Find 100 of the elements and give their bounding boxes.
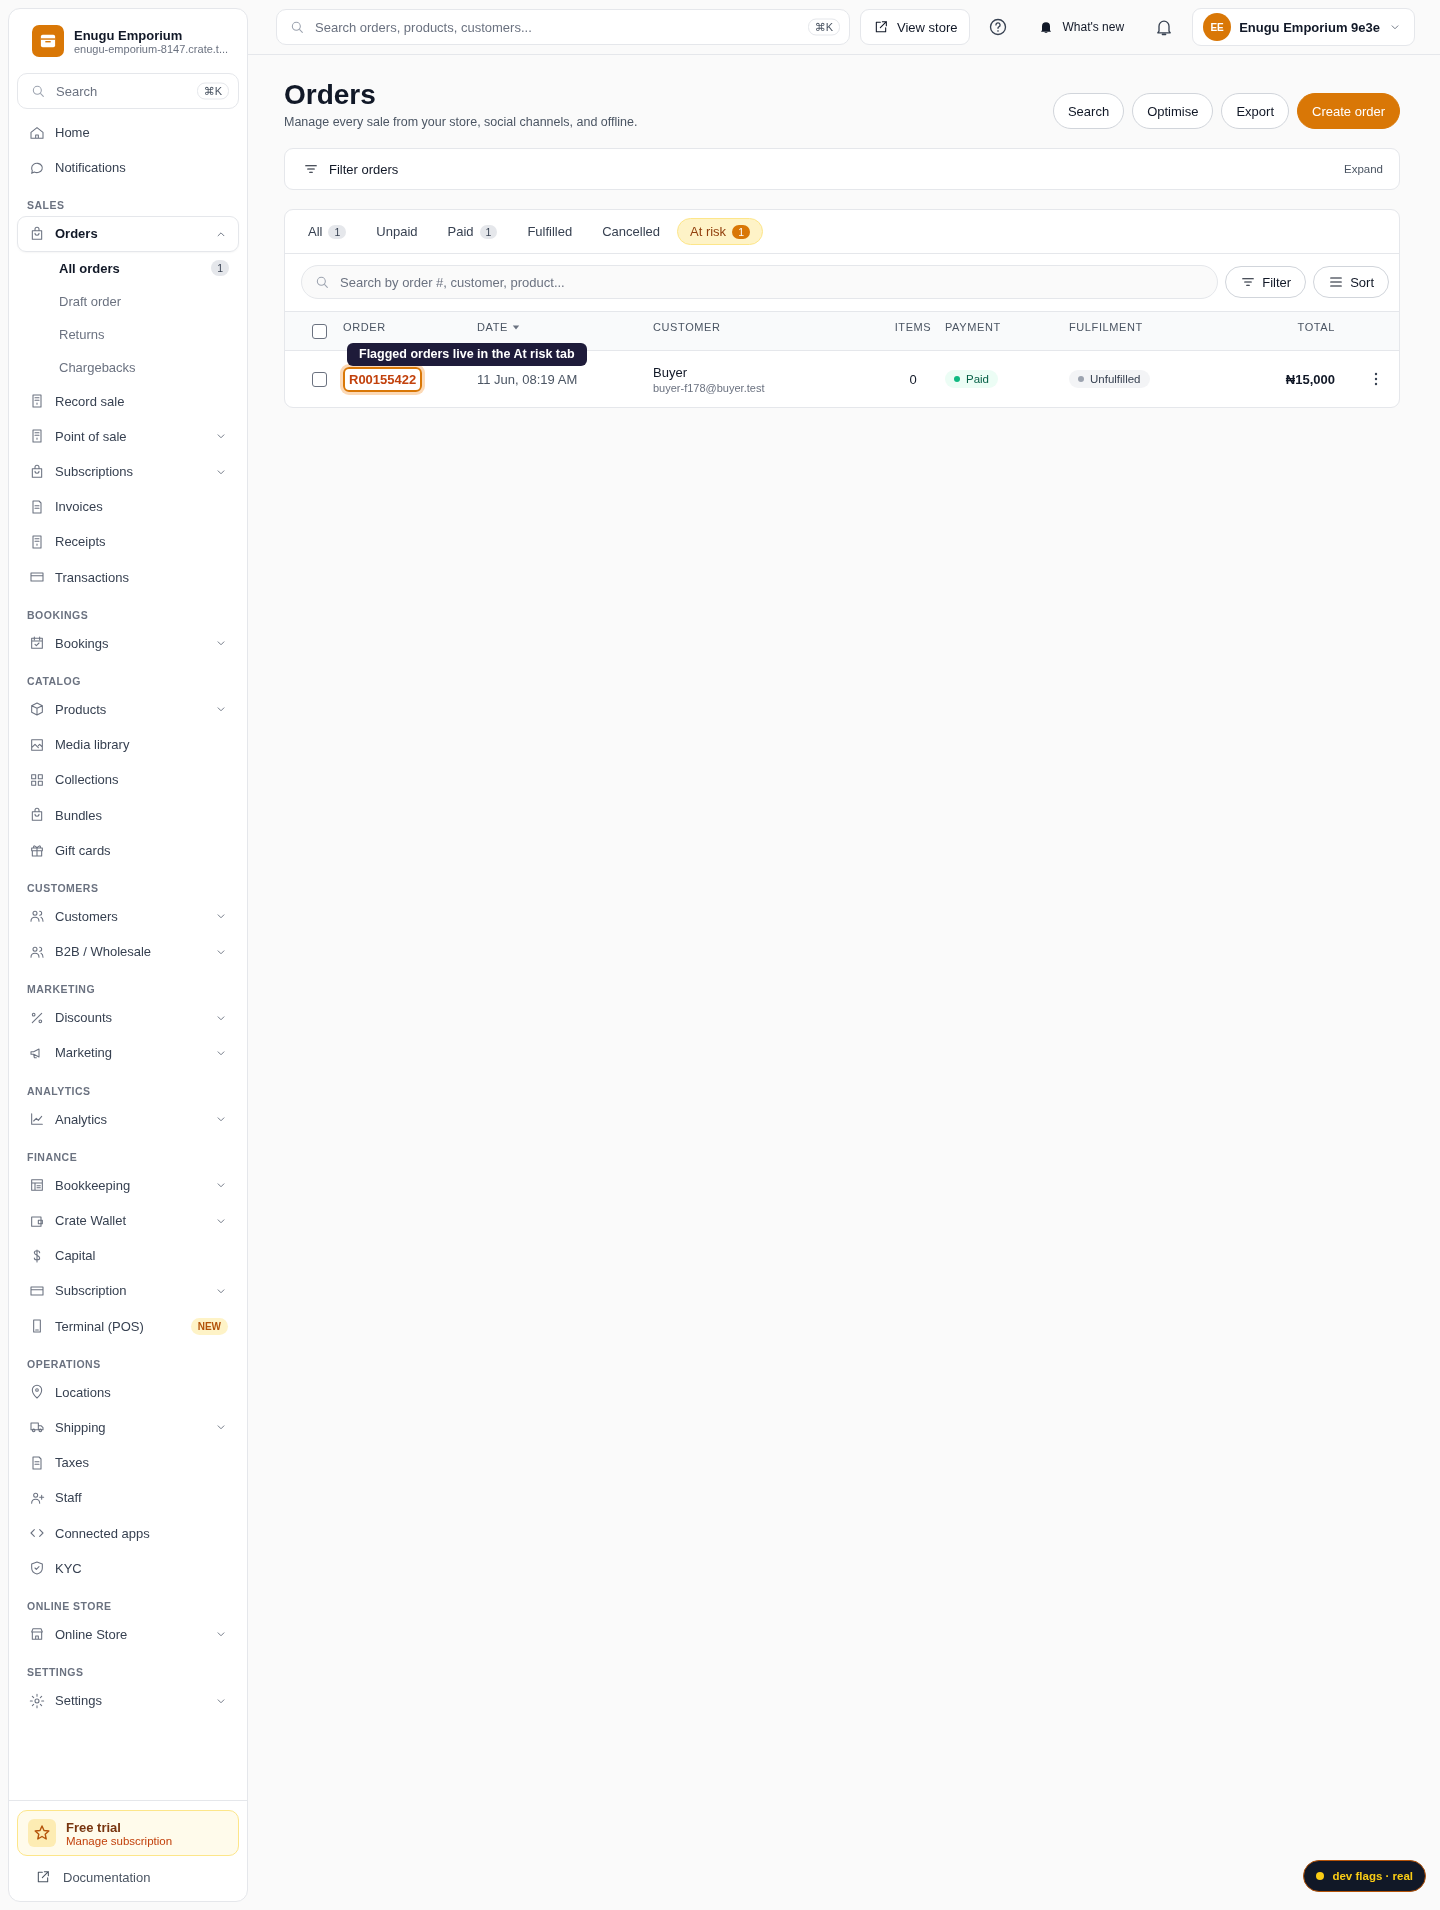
section-heading: ONLINE STORE bbox=[26, 1598, 113, 1614]
nav-item[interactable]: Customers bbox=[17, 898, 239, 934]
nav-item[interactable]: Bookings bbox=[17, 625, 239, 661]
count-badge: 1 bbox=[211, 260, 229, 277]
nav-item[interactable]: Staff bbox=[17, 1480, 239, 1516]
nav-item[interactable]: Receipts bbox=[17, 524, 239, 560]
trial-card[interactable]: Free trial Manage subscription bbox=[17, 1810, 239, 1856]
search-icon bbox=[30, 83, 46, 99]
nav-item[interactable]: Orders bbox=[17, 216, 239, 252]
documentation-link[interactable]: Documentation bbox=[17, 1864, 239, 1893]
nav-item[interactable]: Capital bbox=[17, 1238, 239, 1274]
filter-panel-title: Filter orders bbox=[329, 161, 399, 177]
more-icon[interactable] bbox=[1374, 372, 1378, 386]
nav-item[interactable]: KYC bbox=[17, 1550, 239, 1586]
nav-item[interactable]: Subscription bbox=[17, 1273, 239, 1309]
nav-item[interactable]: Invoices bbox=[17, 489, 239, 525]
table-cell-text: ₦15,000 bbox=[1284, 371, 1336, 387]
section-heading: CATALOG bbox=[26, 673, 82, 689]
nav-item[interactable]: Connected apps bbox=[17, 1515, 239, 1551]
nav-subitem[interactable]: Draft order bbox=[17, 284, 239, 318]
count-badge: 1 bbox=[479, 224, 498, 239]
search-field[interactable]: Search by order #, customer, product... bbox=[301, 265, 1219, 299]
shopping-bag-icon bbox=[29, 225, 45, 242]
storefront-icon bbox=[29, 1626, 45, 1643]
tab[interactable]: At risk 1 bbox=[677, 218, 763, 245]
action-button[interactable]: Export bbox=[1221, 93, 1289, 129]
nav-item[interactable]: Products bbox=[17, 691, 239, 728]
expand-link[interactable]: Expand bbox=[1344, 163, 1383, 175]
table-cell-text: 0 bbox=[908, 371, 918, 387]
count-badge: 1 bbox=[328, 224, 347, 239]
checkbox[interactable] bbox=[311, 371, 327, 387]
nav-item[interactable]: Crate Wallet bbox=[17, 1202, 239, 1239]
nav-item[interactable]: Online Store bbox=[17, 1616, 239, 1652]
nav-item[interactable]: Locations bbox=[17, 1374, 239, 1410]
page-title: Orders bbox=[284, 79, 377, 111]
nav-item[interactable]: Shipping bbox=[17, 1409, 239, 1446]
view-store-button[interactable]: View store bbox=[860, 9, 971, 45]
search-icon bbox=[289, 19, 305, 35]
nav-item[interactable]: Notifications bbox=[17, 150, 239, 186]
tab[interactable]: Cancelled bbox=[589, 218, 673, 245]
nav-subitem[interactable]: All orders 1 bbox=[17, 251, 239, 285]
avatar: EE bbox=[1203, 13, 1232, 41]
receipt-icon bbox=[29, 393, 45, 410]
count-badge: 1 bbox=[732, 224, 750, 239]
new-badge: NEW bbox=[190, 1317, 228, 1335]
payment-status: Paid bbox=[945, 370, 999, 388]
image-icon bbox=[29, 736, 45, 753]
nav-subitem[interactable]: Returns bbox=[17, 317, 239, 351]
tooltip: Flagged orders live in the At risk tab bbox=[347, 342, 587, 366]
nav-item[interactable]: B2B / Wholesale bbox=[17, 934, 239, 970]
whats-new-button[interactable]: What's new bbox=[1026, 19, 1137, 35]
trial-title: Free trial bbox=[66, 1819, 122, 1835]
external-link-icon bbox=[35, 1869, 51, 1885]
checkbox[interactable] bbox=[311, 323, 327, 339]
section-heading: BOOKINGS bbox=[26, 607, 90, 623]
nav-subitem[interactable]: Chargebacks bbox=[17, 350, 239, 384]
tab[interactable]: All 1 bbox=[295, 218, 360, 245]
column-header: TOTAL bbox=[1296, 321, 1336, 335]
nav-item[interactable]: Transactions bbox=[17, 559, 239, 595]
nav-item[interactable]: Subscriptions bbox=[17, 453, 239, 490]
sort-button[interactable]: Sort bbox=[1313, 266, 1389, 298]
tab[interactable]: Paid 1 bbox=[434, 218, 511, 245]
nav-item[interactable]: Point of sale bbox=[17, 418, 239, 454]
pin-icon bbox=[29, 1384, 45, 1401]
store-url: enugu-emporium-8147.crate.t... bbox=[74, 42, 229, 55]
nav-item[interactable]: Collections bbox=[17, 762, 239, 798]
tab[interactable]: Fulfilled bbox=[514, 218, 586, 245]
tab[interactable]: Unpaid bbox=[363, 218, 431, 245]
help-icon[interactable] bbox=[988, 17, 1009, 37]
grid-icon bbox=[29, 771, 45, 788]
filter-button[interactable]: Filter bbox=[1225, 266, 1307, 298]
search-icon bbox=[314, 274, 330, 290]
nav-item[interactable]: Media library bbox=[17, 727, 239, 763]
action-button[interactable]: Search bbox=[1052, 93, 1125, 129]
nav-item[interactable]: Home bbox=[17, 115, 239, 151]
account-menu[interactable]: EE Enugu Emporium 9e3e bbox=[1192, 8, 1415, 46]
nav-item[interactable]: Marketing bbox=[17, 1035, 239, 1071]
dev-flags-badge[interactable]: dev flags · real bbox=[1303, 1860, 1426, 1892]
receipt-icon bbox=[29, 428, 45, 445]
nav-item[interactable]: Gift cards bbox=[17, 832, 239, 868]
section-heading: ANALYTICS bbox=[26, 1083, 92, 1099]
nav-item[interactable]: Terminal (POS) NEW bbox=[17, 1308, 239, 1344]
receipt-icon bbox=[29, 533, 45, 550]
nav-item[interactable]: Bookkeeping bbox=[17, 1167, 239, 1203]
nav-item[interactable]: Bundles bbox=[17, 797, 239, 833]
manage-subscription-link[interactable]: Manage subscription bbox=[66, 1834, 173, 1847]
table-cell-text: 11 Jun, 08:19 AM bbox=[477, 371, 579, 387]
nav-item[interactable]: Settings bbox=[17, 1683, 239, 1719]
customer-email: buyer-f178@buyer.test bbox=[653, 381, 766, 394]
nav-item[interactable]: Analytics bbox=[17, 1101, 239, 1137]
order-link[interactable]: R00155422 bbox=[343, 366, 423, 392]
action-button[interactable]: Optimise bbox=[1132, 93, 1214, 129]
calendar-icon bbox=[29, 635, 45, 652]
nav-item[interactable]: Record sale bbox=[17, 383, 239, 419]
people-icon bbox=[29, 908, 45, 925]
section-heading: MARKETING bbox=[26, 982, 97, 998]
nav-item[interactable]: Taxes bbox=[17, 1445, 239, 1481]
section-heading: OPERATIONS bbox=[26, 1356, 102, 1372]
nav-item[interactable]: Discounts bbox=[17, 1000, 239, 1036]
store-logo-icon bbox=[32, 25, 64, 57]
